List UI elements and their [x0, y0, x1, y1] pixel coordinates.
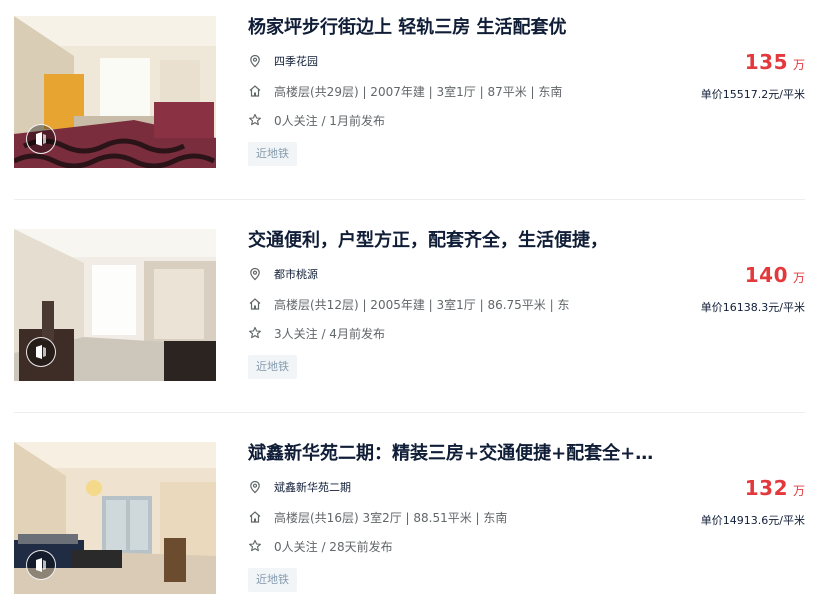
- price-value: 140: [744, 263, 788, 287]
- follow-info: 0人关注 / 1月前发布: [274, 113, 385, 128]
- listing-photo[interactable]: [14, 229, 216, 381]
- tag-subway: 近地铁: [248, 568, 297, 592]
- vr-3d-icon[interactable]: [26, 124, 56, 154]
- community-link[interactable]: 斌鑫新华苑二期: [274, 479, 351, 495]
- listing-card[interactable]: 斌鑫新华苑二期：精装三房+交通便捷+配套全+… 斌鑫新华苑二期 高楼层(共16层…: [14, 442, 805, 602]
- total-price: 135 万: [745, 50, 805, 74]
- unit-price: 单价16138.3元/平米: [700, 301, 805, 314]
- follow-info: 0人关注 / 28天前发布: [274, 539, 393, 554]
- price-unit: 万: [792, 484, 805, 498]
- total-price: 132 万: [745, 476, 805, 500]
- listing-title[interactable]: 杨家坪步行街边上 轻轨三房 生活配套优: [248, 16, 567, 40]
- unit-price: 单价15517.2元/平米: [700, 88, 805, 101]
- listing-card[interactable]: 交通便利，户型方正，配套齐全，生活便捷， 都市桃源 高楼层(共12层) | 20…: [14, 229, 805, 389]
- tag-subway: 近地铁: [248, 142, 297, 166]
- divider: [14, 199, 805, 200]
- community-link[interactable]: 都市桃源: [274, 266, 318, 282]
- vr-3d-icon[interactable]: [26, 337, 56, 367]
- listing-card[interactable]: 杨家坪步行街边上 轻轨三房 生活配套优 四季花园 高楼层(共29层) | 200…: [14, 16, 805, 176]
- star-icon: [248, 539, 262, 553]
- map-pin-icon: [248, 267, 262, 281]
- house-icon: [248, 297, 262, 311]
- house-info: 高楼层(共29层) | 2007年建 | 3室1厅 | 87平米 | 东南: [274, 84, 563, 99]
- star-icon: [248, 113, 262, 127]
- vr-3d-icon[interactable]: [26, 550, 56, 580]
- divider: [14, 412, 805, 413]
- house-icon: [248, 510, 262, 524]
- map-pin-icon: [248, 54, 262, 68]
- price-value: 132: [744, 476, 788, 500]
- community-link[interactable]: 四季花园: [274, 53, 318, 69]
- house-info: 高楼层(共16层) 3室2厅 | 88.51平米 | 东南: [274, 510, 508, 525]
- listing-photo[interactable]: [14, 442, 216, 594]
- price-value: 135: [744, 50, 788, 74]
- listing-photo[interactable]: [14, 16, 216, 168]
- total-price: 140 万: [745, 263, 805, 287]
- star-icon: [248, 326, 262, 340]
- house-icon: [248, 84, 262, 98]
- unit-price: 单价14913.6元/平米: [700, 514, 805, 527]
- follow-info: 3人关注 / 4月前发布: [274, 326, 385, 341]
- price-unit: 万: [792, 58, 805, 72]
- listing-title[interactable]: 交通便利，户型方正，配套齐全，生活便捷，: [248, 229, 608, 253]
- listing-title[interactable]: 斌鑫新华苑二期：精装三房+交通便捷+配套全+…: [248, 442, 653, 466]
- price-unit: 万: [792, 271, 805, 285]
- map-pin-icon: [248, 480, 262, 494]
- tag-subway: 近地铁: [248, 355, 297, 379]
- house-info: 高楼层(共12层) | 2005年建 | 3室1厅 | 86.75平米 | 东: [274, 297, 570, 312]
